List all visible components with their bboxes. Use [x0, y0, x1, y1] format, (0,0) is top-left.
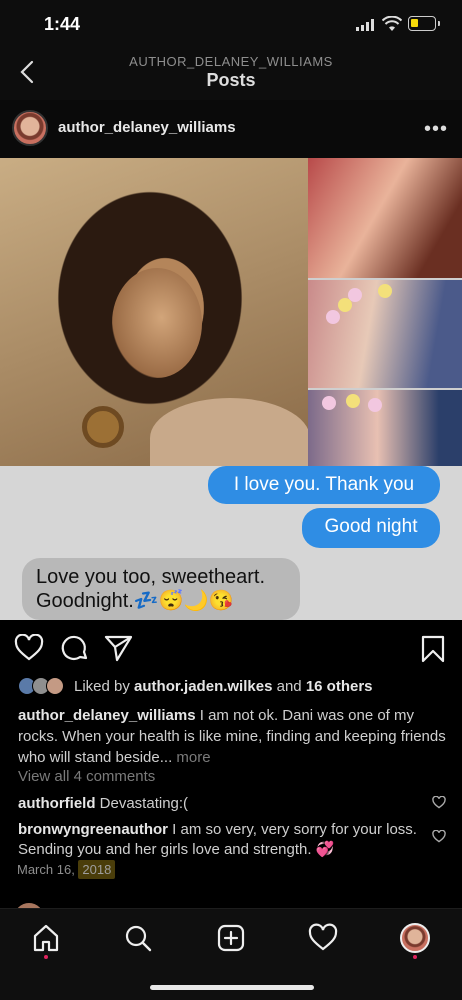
more-options-icon[interactable]: •••: [424, 118, 448, 141]
liker-avatar: [46, 677, 64, 695]
caption-username[interactable]: author_delaney_williams: [18, 707, 196, 724]
portrait-photo: [0, 158, 310, 478]
search-icon[interactable]: [123, 923, 153, 953]
post-header: author_delaney_williams •••: [0, 100, 462, 158]
author-username[interactable]: author_delaney_williams: [58, 119, 236, 136]
status-time: 1:44: [44, 14, 81, 34]
post-image[interactable]: I love you. Thank you Good night Love yo…: [0, 158, 462, 620]
likes-count[interactable]: 16 others: [306, 678, 373, 695]
likes-text: Liked by author.jaden.wilkes and 16 othe…: [74, 678, 373, 695]
post-caption: author_delaney_williams I am not ok. Dan…: [18, 705, 448, 768]
comment-icon[interactable]: [60, 634, 90, 664]
caption-more-link[interactable]: more: [172, 749, 210, 766]
home-indicator: [150, 985, 314, 990]
battery-icon: [408, 16, 440, 31]
message-bubble-received: Love you too, sweetheart. Goodnight.💤😴🌙😘: [22, 558, 300, 620]
home-notification-dot: [44, 955, 48, 959]
comment-like-heart-icon[interactable]: [432, 796, 446, 809]
author-avatar[interactable]: [12, 110, 48, 146]
profile-avatar[interactable]: [400, 923, 430, 953]
post-date: March 16, 2018: [17, 860, 116, 879]
selfie-photo: [308, 158, 462, 278]
heart-icon[interactable]: [14, 634, 44, 662]
likes-summary[interactable]: Liked by author.jaden.wilkes and 16 othe…: [18, 677, 448, 697]
paper-plane-icon[interactable]: [104, 634, 134, 662]
girls-photo-2: [308, 390, 462, 466]
message-bubble-sent: I love you. Thank you: [208, 466, 440, 504]
liker-username[interactable]: author.jaden.wilkes: [134, 678, 272, 695]
header-username: AUTHOR_DELANEY_WILLIAMS: [129, 54, 333, 69]
bookmark-icon[interactable]: [420, 634, 446, 664]
text-message-screenshot: I love you. Thank you Good night Love yo…: [0, 466, 462, 620]
message-bubble-sent: Good night: [302, 508, 440, 548]
page-title: Posts: [206, 70, 256, 90]
comment: bronwyngreenauthor I am so very, very so…: [18, 820, 418, 860]
comment-username[interactable]: bronwyngreenauthor: [18, 821, 168, 838]
nav-header: AUTHOR_DELANEY_WILLIAMS Posts: [0, 48, 462, 100]
comment: authorfield Devastating:(: [18, 794, 418, 814]
add-post-icon[interactable]: [216, 923, 246, 953]
activity-heart-icon[interactable]: [308, 923, 338, 953]
status-bar: 1:44: [0, 0, 462, 48]
girls-photo-1: [308, 280, 462, 388]
post-year: 2018: [78, 860, 116, 879]
view-all-comments-link[interactable]: View all 4 comments: [18, 768, 155, 785]
profile-notification-dot: [413, 955, 417, 959]
post-action-bar: [0, 620, 462, 676]
comment-like-heart-icon[interactable]: [432, 830, 446, 843]
comment-username[interactable]: authorfield: [18, 795, 96, 812]
cellular-signal-icon: [356, 19, 374, 31]
home-icon[interactable]: [31, 923, 61, 953]
wifi-icon: [382, 16, 402, 31]
comment-text: Devastating:(: [95, 795, 189, 812]
